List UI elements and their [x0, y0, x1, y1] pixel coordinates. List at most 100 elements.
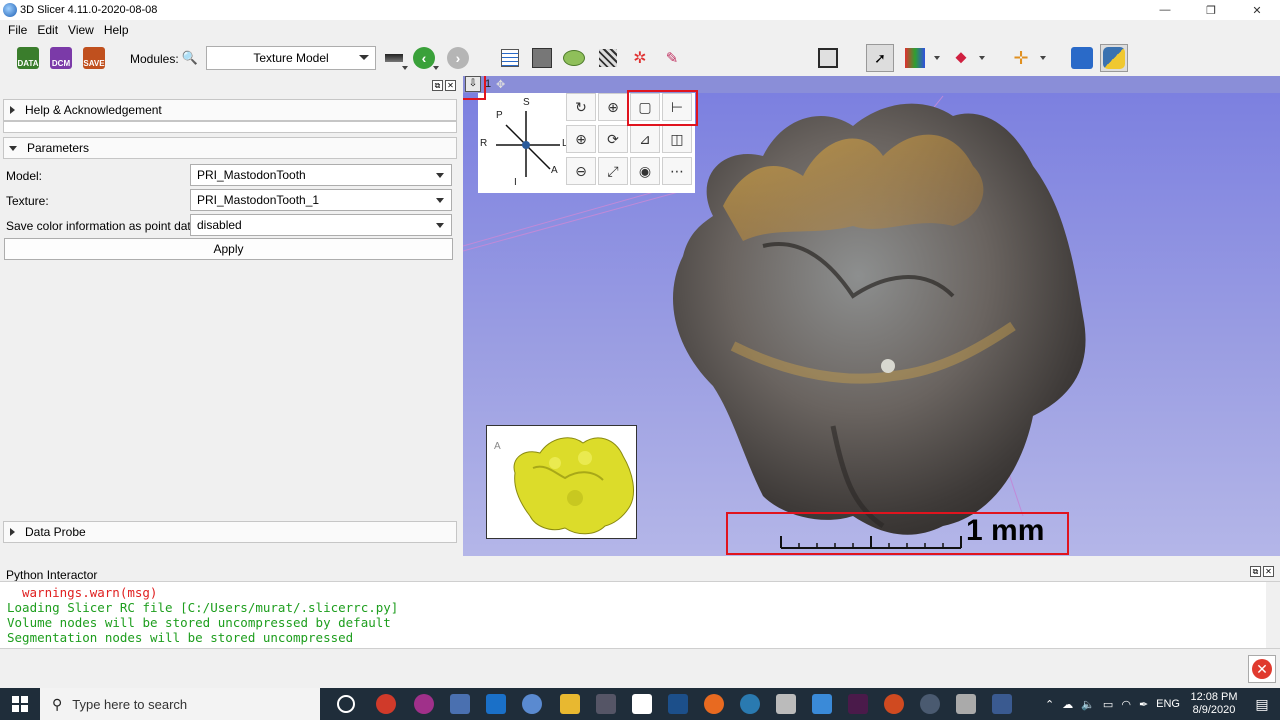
dicom-button[interactable]: DCM [47, 44, 75, 72]
file-explorer-icon[interactable] [560, 694, 580, 714]
menu-help[interactable]: Help [104, 23, 129, 37]
data-module-button[interactable] [496, 44, 524, 72]
axis-label-p: P [496, 110, 503, 121]
monitor-icon[interactable] [992, 694, 1012, 714]
fit-icon: ⤢ [607, 162, 619, 179]
tooth-thumbnail [513, 437, 634, 535]
help-section-title: Help & Acknowledgement [25, 103, 162, 117]
module-selector[interactable]: Texture Model [206, 46, 376, 70]
pointer-mode-button[interactable]: ➚ [866, 44, 894, 72]
model-selector[interactable]: PRI_MastodonTooth [190, 164, 452, 186]
zoom-out-button[interactable]: ⊖ [566, 157, 596, 185]
slack-icon[interactable] [848, 694, 868, 714]
app-settings-icon[interactable] [414, 694, 434, 714]
python-console[interactable]: warnings.warn(msg) Loading Slicer RC fil… [0, 581, 1280, 649]
back-dropdown-icon[interactable] [433, 66, 439, 70]
app-window-icon[interactable] [776, 694, 796, 714]
center-view-button[interactable]: ⊕ [598, 93, 628, 121]
minimize-button[interactable]: — [1142, 0, 1188, 20]
language-indicator[interactable]: ENG [1156, 698, 1180, 710]
axes-button[interactable]: ⊿ [630, 125, 660, 153]
volume-icon[interactable]: 🔈 [1081, 698, 1095, 711]
python-console-button[interactable] [1100, 44, 1128, 72]
extension-manager-button[interactable] [1068, 44, 1096, 72]
more-options-button[interactable]: ⋯ [662, 157, 692, 185]
crosshair-button[interactable]: ✛ [1007, 44, 1035, 72]
undock-icon[interactable]: ⧉ [1250, 566, 1261, 577]
menu-edit[interactable]: Edit [37, 23, 58, 37]
markup-dropdown-icon[interactable] [934, 56, 940, 60]
3d-view[interactable]: ⇩ 1 ✥ S P R L A I ↻ ⊕ ▢ ⊢ ⊕ ⟳ ⊿ ◫ ⊖ ⤢ ◉ … [463, 76, 1280, 556]
wifi-icon[interactable]: ◠ [1121, 698, 1131, 711]
data-probe-section-header[interactable]: Data Probe [3, 521, 457, 543]
search-icon: ⚲ [52, 695, 63, 712]
menu-file[interactable]: File [8, 23, 27, 37]
crosshair-dropdown-icon[interactable] [1040, 56, 1046, 60]
highlight-view-toggles [627, 90, 698, 126]
snipping-tool-icon[interactable] [596, 694, 616, 714]
edge-icon[interactable] [740, 694, 760, 714]
error-log-button[interactable]: ✕ [1248, 655, 1276, 683]
outlook-icon[interactable] [486, 694, 506, 714]
close-button[interactable]: ✕ [1234, 0, 1280, 20]
slicer-taskbar-icon[interactable] [920, 694, 940, 714]
mastodon-tooth-model[interactable] [653, 96, 1093, 546]
tray-expand-icon[interactable]: ⌃ [1045, 698, 1054, 711]
texture-selector-value: PRI_MastodonTooth_1 [197, 193, 320, 207]
visibility-button[interactable]: ◉ [630, 157, 660, 185]
notifications-icon[interactable]: ▤ [1244, 696, 1280, 713]
console-scrollbar[interactable] [1266, 582, 1280, 648]
models-module-button[interactable] [560, 44, 588, 72]
history-dropdown-icon[interactable] [402, 66, 408, 70]
stereo-button[interactable]: ◫ [662, 125, 692, 153]
battery-icon[interactable]: ▭ [1103, 698, 1113, 711]
dcm-icon: DCM [50, 47, 72, 69]
cortana-icon[interactable] [337, 695, 355, 713]
chevron-down-icon [359, 55, 369, 60]
pen-icon[interactable]: ✒ [1139, 698, 1148, 711]
maximize-button[interactable]: ❐ [1188, 0, 1234, 20]
powerpoint-icon[interactable] [884, 694, 904, 714]
menu-view[interactable]: View [68, 23, 94, 37]
zotero-icon[interactable] [376, 694, 396, 714]
crosshair-icon: ✛ [1013, 47, 1029, 68]
vnc-icon[interactable] [632, 694, 652, 714]
module-search-icon[interactable]: 🔍 [176, 44, 204, 72]
brush-icon: ✎ [665, 50, 679, 67]
fiducial-dropdown-icon[interactable] [979, 56, 985, 60]
place-markup-button[interactable] [901, 44, 929, 72]
undock-icon[interactable]: ⧉ [432, 80, 443, 91]
cloud-icon[interactable]: ☁ [1062, 698, 1073, 711]
fit-view-button[interactable]: ⤢ [598, 157, 628, 185]
close-panel-icon[interactable]: ✕ [1263, 566, 1274, 577]
taskbar-clock[interactable]: 12:08 PM 8/9/2020 [1184, 691, 1244, 717]
forward-button[interactable]: › [444, 44, 472, 72]
fiducial-button[interactable]: ⬥ [947, 44, 975, 72]
editor-module-button[interactable]: ✎ [658, 44, 686, 72]
teams-icon[interactable] [450, 694, 470, 714]
apply-button[interactable]: Apply [4, 238, 453, 260]
taskbar-search[interactable]: ⚲ Type here to search [40, 688, 320, 720]
parameters-section-header[interactable]: Parameters [3, 137, 457, 159]
layout-button[interactable] [814, 44, 842, 72]
load-data-button[interactable]: DATA [14, 44, 42, 72]
close-panel-icon[interactable]: ✕ [445, 80, 456, 91]
markups-module-button[interactable]: ✲ [626, 44, 654, 72]
help-section-header[interactable]: Help & Acknowledgement [3, 99, 457, 121]
collapse-arrow-icon [9, 145, 17, 151]
spin-view-button[interactable]: ↻ [566, 93, 596, 121]
mail-icon[interactable] [812, 694, 832, 714]
volumes-module-button[interactable] [528, 44, 556, 72]
rotate-icon: ↻ [575, 98, 587, 115]
texture-selector[interactable]: PRI_MastodonTooth_1 [190, 189, 452, 211]
zoom-in-button[interactable]: ⊕ [566, 125, 596, 153]
firefox-icon[interactable] [704, 694, 724, 714]
powershell-icon[interactable] [668, 694, 688, 714]
r-icon[interactable] [522, 694, 542, 714]
save-button[interactable]: SAVE [80, 44, 108, 72]
start-button[interactable] [0, 688, 40, 720]
rock-view-button[interactable]: ⟳ [598, 125, 628, 153]
transforms-module-button[interactable] [594, 44, 622, 72]
save-color-selector[interactable]: disabled [190, 214, 452, 236]
app-icon[interactable] [956, 694, 976, 714]
